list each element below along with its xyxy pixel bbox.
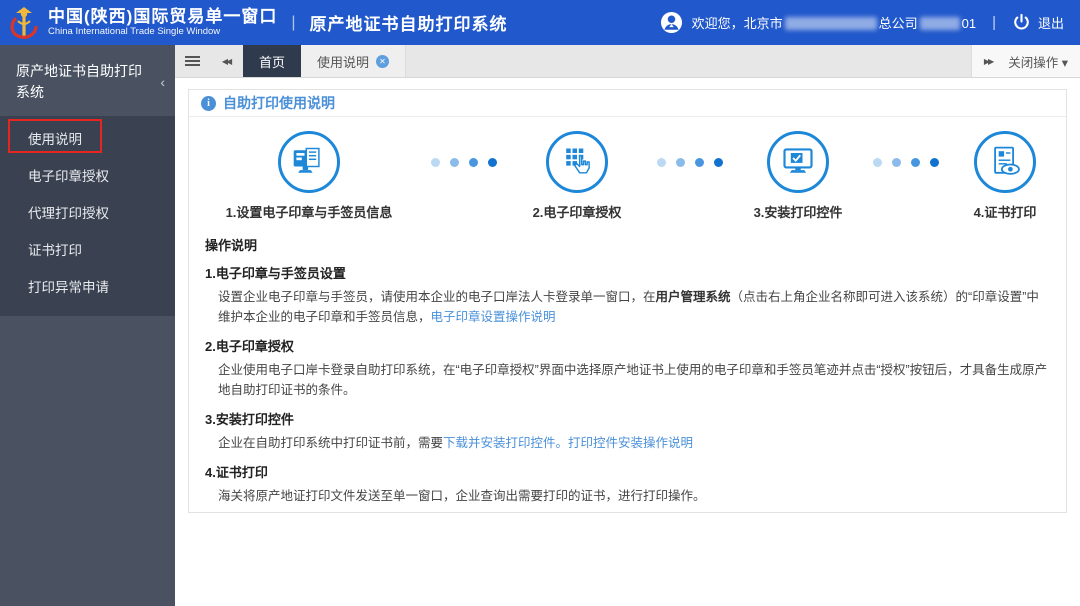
content-body: i 自助打印使用说明 1.设置电子印章与手签员信息 2.电子印章授权 3.安装打…: [175, 78, 1080, 606]
step-4-circle: [974, 131, 1036, 193]
step-connector-dots: [873, 158, 939, 167]
process-steps: 1.设置电子印章与手签员信息 2.电子印章授权 3.安装打印控件 4.证书打印: [189, 117, 1066, 221]
instructions-block: 操作说明 1.电子印章与手签员设置 设置企业电子印章与手签员，请使用本企业的电子…: [189, 221, 1066, 512]
sidebar-title: 原产地证书自助打印系统: [16, 63, 142, 100]
welcome-text: 欢迎您，北京市 总公司 01: [692, 13, 977, 32]
print-control-install-guide-link[interactable]: 打印控件安装操作说明: [568, 436, 693, 450]
section-2-paragraph: 企业使用电子口岸卡登录自助打印系统，在“电子印章授权”界面中选择原产地证书上使用…: [218, 363, 1048, 397]
dot: [911, 158, 920, 167]
section-3-text: 企业在自助打印系统中打印证书前，需要: [218, 436, 444, 450]
keypad-hand-icon: [566, 148, 590, 174]
hamburger-icon: [184, 60, 200, 62]
download-print-control-link[interactable]: 下载并安装打印控件。: [443, 436, 568, 450]
tab-usage-guide[interactable]: 使用说明 ✕: [301, 45, 407, 77]
header-divider: |: [291, 13, 296, 31]
eseal-setup-guide-link[interactable]: 电子印章设置操作说明: [431, 310, 556, 324]
tab-close-icon[interactable]: ✕: [376, 54, 390, 68]
sidebar-header: 原产地证书自助打印系统 ‹: [0, 45, 175, 116]
dot: [873, 158, 882, 167]
dot: [488, 158, 497, 167]
close-operations-dropdown[interactable]: 关闭操作 ▾: [1008, 52, 1068, 71]
section-1-title: 1.电子印章与手签员设置: [205, 266, 346, 281]
section-2-title: 2.电子印章授权: [205, 339, 294, 354]
ops-title: 操作说明: [205, 238, 258, 253]
content-area: ◀◀ 首页 使用说明 ✕ ▶▶ 关闭操作 ▾ i 自助打印使用说明 1.设置电子…: [175, 45, 1080, 606]
sidebar-empty-area: [0, 316, 175, 606]
menu-toggle-button[interactable]: [175, 45, 209, 77]
header-divider-2: |: [992, 14, 996, 31]
welcome-prefix: 欢迎您，北京市: [691, 16, 783, 31]
caret-down-icon: ▾: [1061, 55, 1068, 70]
redacted-account-id: [919, 17, 960, 30]
power-icon[interactable]: [1012, 13, 1031, 32]
redacted-company-name: [784, 17, 877, 30]
top-header-bar: 中国(陕西)国际贸易单一窗口 China International Trade…: [0, 0, 1080, 45]
tab-usage-guide-label: 使用说明: [317, 54, 370, 70]
double-left-arrow-icon: ◀◀: [221, 56, 232, 66]
step-2-label: 2.电子印章授权: [532, 205, 622, 220]
sidebar-item-print-exception-request[interactable]: 打印异常申请: [0, 269, 175, 306]
dot: [431, 158, 440, 167]
step-2-circle: [546, 131, 608, 193]
dot: [714, 158, 723, 167]
dot: [695, 158, 704, 167]
customs-emblem-logo: [10, 6, 38, 39]
sidebar-item-usage-guide[interactable]: 使用说明: [0, 121, 175, 158]
monitor-check-icon: [783, 148, 813, 173]
tab-bar-right-tools: ▶▶ 关闭操作 ▾: [970, 45, 1080, 77]
scroll-tabs-left-button[interactable]: ◀◀: [209, 45, 243, 77]
tab-bar: ◀◀ 首页 使用说明 ✕ ▶▶ 关闭操作 ▾: [175, 45, 1080, 78]
header-user-area: 欢迎您，北京市 总公司 01 | 退出: [660, 11, 1080, 34]
section-3-paragraph: 企业在自助打印系统中打印证书前，需要下载并安装打印控件。打印控件安装操作说明: [205, 433, 1048, 453]
step-4: 4.证书打印: [955, 131, 1055, 221]
step-connector-dots: [431, 158, 497, 167]
step-3: 3.安装打印控件: [739, 131, 857, 221]
dot: [450, 158, 459, 167]
sidebar-collapse-icon[interactable]: ‹: [160, 72, 165, 93]
panel-title: 自助打印使用说明: [223, 95, 335, 111]
brand-block: 中国(陕西)国际贸易单一窗口 China International Trade…: [48, 7, 277, 37]
monitor-document-icon: [293, 147, 320, 173]
sidebar-item-certificate-print[interactable]: 证书打印: [0, 232, 175, 269]
section-4-paragraph-1: 海关将原产地证打印文件发送至单一窗口，企业查询出需要打印的证书，进行打印操作。: [218, 489, 706, 503]
step-3-circle: [767, 131, 829, 193]
step-3-label: 3.安装打印控件: [753, 205, 843, 220]
step-4-label: 4.证书打印: [973, 205, 1037, 220]
step-connector-dots: [657, 158, 723, 167]
dot: [657, 158, 666, 167]
tab-home[interactable]: 首页: [243, 45, 302, 77]
tab-home-label: 首页: [259, 54, 286, 70]
welcome-suffix: 01: [961, 16, 977, 31]
info-icon: i: [201, 95, 216, 111]
close-operations-label: 关闭操作: [1008, 55, 1059, 70]
step-2: 2.电子印章授权: [513, 131, 641, 221]
section-1-bold: 用户管理系统: [655, 290, 731, 304]
dot: [676, 158, 685, 167]
user-avatar-icon: [660, 11, 682, 34]
system-title: 原产地证书自助打印系统: [309, 15, 508, 34]
dot: [469, 158, 478, 167]
sidebar-item-eseal-authorization[interactable]: 电子印章授权: [0, 158, 175, 195]
step-1-label: 1.设置电子印章与手签员信息: [225, 205, 393, 220]
dot: [930, 158, 939, 167]
section-4-paragraph-2: 如需由原产地证代理申报企业打印证书，企业则在原产地证书自助打印系统的“代理打印授…: [205, 509, 1048, 512]
section-1-text-1: 设置企业电子印章与手签员，请使用本企业的电子口岸法人卡登录单一窗口，在: [218, 290, 656, 304]
logout-button[interactable]: 退出: [1038, 13, 1064, 32]
welcome-mid: 总公司: [878, 16, 918, 31]
panel-header: i 自助打印使用说明: [189, 90, 1066, 117]
section-4-title: 4.证书打印: [205, 465, 268, 480]
section-1-paragraph: 设置企业电子印章与手签员，请使用本企业的电子口岸法人卡登录单一窗口，在用户管理系…: [205, 287, 1048, 327]
brand-title: 中国(陕西)国际贸易单一窗口: [48, 7, 278, 27]
sidebar-menu: 使用说明 电子印章授权 代理打印授权 证书打印 打印异常申请: [0, 116, 175, 316]
sidebar: 原产地证书自助打印系统 ‹ 使用说明 电子印章授权 代理打印授权 证书打印 打印…: [0, 45, 175, 606]
dot: [892, 158, 901, 167]
step-1-circle: [278, 131, 340, 193]
section-3-title: 3.安装打印控件: [205, 412, 294, 427]
document-eye-icon: [994, 146, 1020, 175]
sidebar-item-agent-print-authorization[interactable]: 代理打印授权: [0, 195, 175, 232]
step-1: 1.设置电子印章与手签员信息: [203, 131, 415, 221]
usage-guide-panel: i 自助打印使用说明 1.设置电子印章与手签员信息 2.电子印章授权 3.安装打…: [188, 89, 1067, 513]
brand-subtitle: China International Trade Single Window: [48, 25, 221, 37]
double-right-arrow-icon[interactable]: ▶▶: [984, 57, 994, 66]
